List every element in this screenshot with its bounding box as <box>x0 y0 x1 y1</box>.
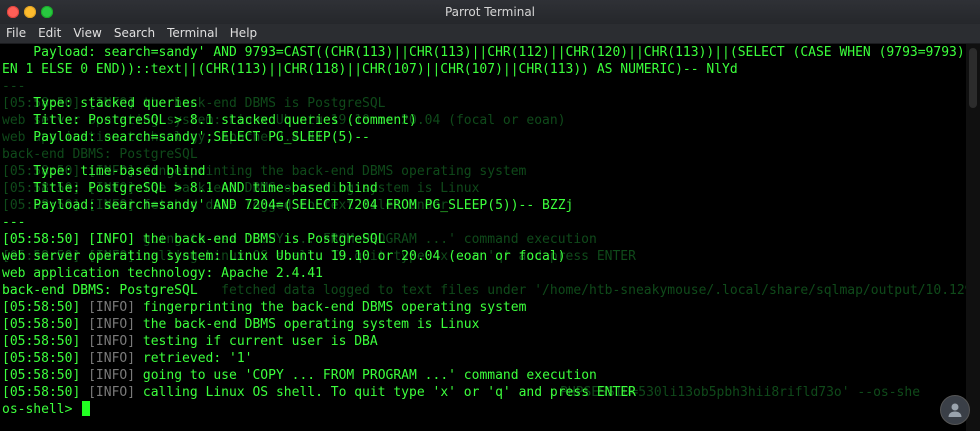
terminal-line: Payload: search=sandy' AND 7204=(SELECT … <box>2 198 574 213</box>
log-level-tag: [INFO] <box>88 385 136 400</box>
log-timestamp: [05:58:50] <box>2 351 81 366</box>
menu-help[interactable]: Help <box>224 24 263 43</box>
terminal-line: [05:58:50] [INFO] fingerprinting the bac… <box>2 299 526 316</box>
terminal-line: Type: time-based blind <box>2 164 206 179</box>
terminal-output[interactable]: --- [05:58:50] [INFO] the back-end DBMS … <box>0 44 966 431</box>
log-message: the back-end DBMS is PostgreSQL <box>142 232 386 247</box>
log-message: calling Linux OS shell. To quit type 'x'… <box>142 385 636 400</box>
scrollbar-thumb[interactable] <box>969 48 977 108</box>
terminal-line: EN 1 ELSE 0 END))::text||(CHR(113)||CHR(… <box>2 62 738 77</box>
log-message: testing if current user is DBA <box>142 334 378 349</box>
log-level-tag: [INFO] <box>88 334 136 349</box>
log-level-tag: [INFO] <box>88 351 136 366</box>
title-bar: Parrot Terminal <box>0 0 980 25</box>
log-timestamp: [05:58:50] <box>2 368 81 383</box>
menu-file[interactable]: File <box>0 24 32 43</box>
terminal-line: Title: PostgreSQL > 8.1 AND time-based b… <box>2 181 378 196</box>
terminal-line: web server operating system: Linux Ubunt… <box>2 249 566 264</box>
terminal-line: back-end DBMS: PostgreSQL <box>2 283 198 298</box>
terminal-line: --- <box>2 215 26 230</box>
shell-prompt: os-shell> <box>2 402 81 417</box>
menu-terminal[interactable]: Terminal <box>161 24 224 43</box>
menu-view[interactable]: View <box>67 24 107 43</box>
terminal-line: [05:58:50] [INFO] testing if current use… <box>2 333 378 350</box>
log-timestamp: [05:58:50] <box>2 385 81 400</box>
user-avatar-icon[interactable] <box>940 395 970 425</box>
log-message: going to use 'COPY ... FROM PROGRAM ...'… <box>142 368 597 383</box>
log-message: fingerprinting the back-end DBMS operati… <box>142 300 527 315</box>
log-timestamp: [05:58:50] <box>2 300 81 315</box>
terminal-line: [05:58:50] [INFO] going to use 'COPY ...… <box>2 367 597 384</box>
log-message: retrieved: '1' <box>142 351 253 366</box>
log-timestamp: [05:58:50] <box>2 334 81 349</box>
terminal-line: Type: stacked queries <box>2 96 198 111</box>
ghost-line: back-end DBMS: PostgreSQL <box>2 147 198 162</box>
terminal-line: web application technology: Apache 2.4.4… <box>2 266 323 281</box>
text-cursor <box>82 401 91 416</box>
terminal-line: [05:58:50] [INFO] the back-end DBMS is P… <box>2 231 386 248</box>
log-timestamp: [05:58:50] <box>2 317 81 332</box>
log-message: the back-end DBMS operating system is Li… <box>142 317 480 332</box>
terminal-line: Payload: search=sandy';SELECT PG_SLEEP(5… <box>2 130 370 145</box>
shell-prompt-line[interactable]: os-shell> <box>2 401 91 418</box>
terminal-line: Payload: search=sandy' AND 9793=CAST((CH… <box>2 45 966 60</box>
ghost-line: --- <box>2 79 26 94</box>
log-timestamp: [05:58:50] <box>2 232 81 247</box>
terminal-line: [05:58:50] [INFO] the back-end DBMS oper… <box>2 316 479 333</box>
terminal-line: [05:58:50] [INFO] calling Linux OS shell… <box>2 384 636 401</box>
menu-bar: File Edit View Search Terminal Help <box>0 24 980 44</box>
menu-edit[interactable]: Edit <box>32 24 67 43</box>
log-level-tag: [INFO] <box>88 232 136 247</box>
menu-search[interactable]: Search <box>108 24 161 43</box>
log-level-tag: [INFO] <box>88 317 136 332</box>
vertical-scrollbar[interactable] <box>966 44 980 431</box>
terminal-line: [05:58:50] [INFO] retrieved: '1' <box>2 350 252 367</box>
terminal-line: Title: PostgreSQL > 8.1 stacked queries … <box>2 113 417 128</box>
log-level-tag: [INFO] <box>88 300 136 315</box>
window-title: Parrot Terminal <box>444 5 536 19</box>
person-icon <box>948 403 962 417</box>
log-level-tag: [INFO] <box>88 368 136 383</box>
